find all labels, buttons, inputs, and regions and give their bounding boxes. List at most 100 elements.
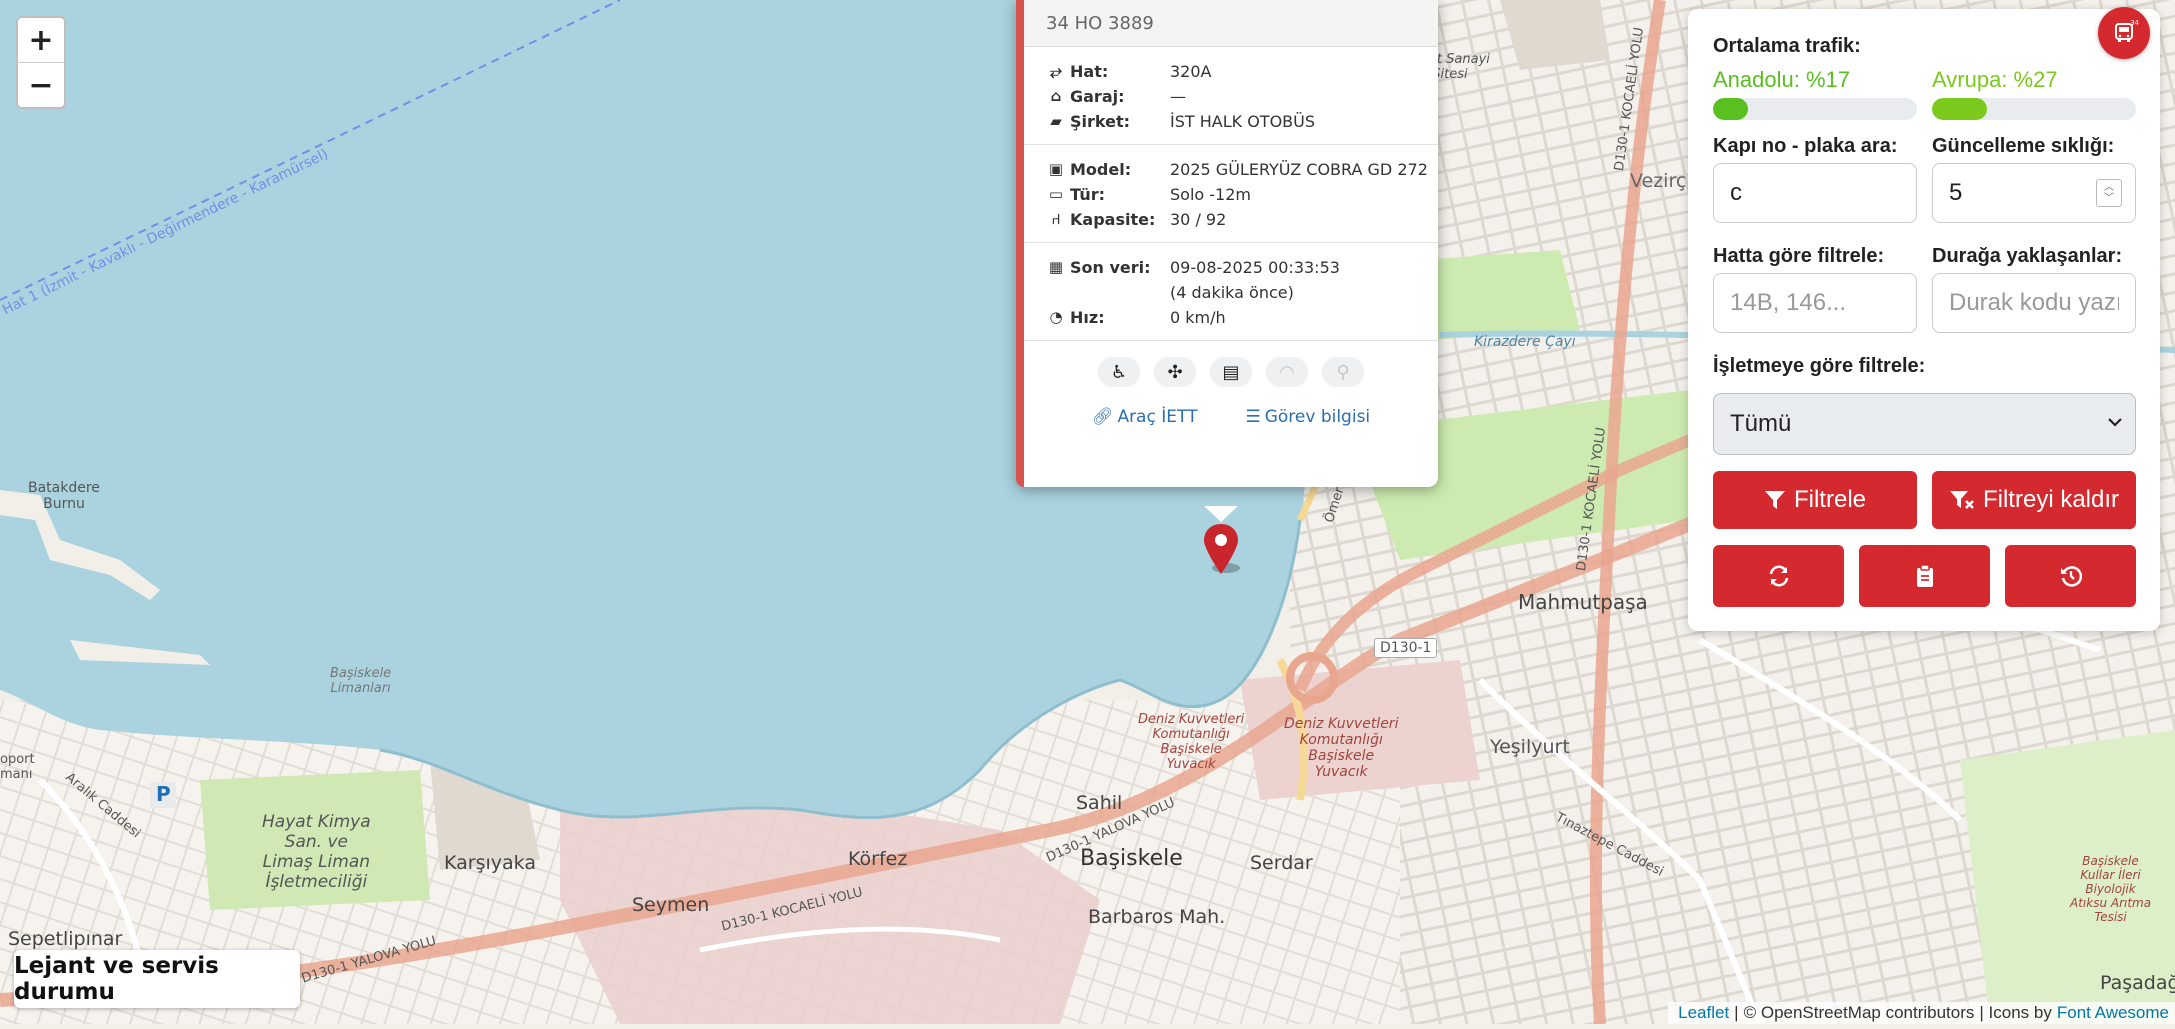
map-label-deniz-kuvvetleri-1: Deniz Kuvvetleri Komutanlığı Başiskele Y…: [1138, 712, 1245, 772]
vehicle-iett-link-label: Araç İETT: [1117, 407, 1198, 427]
popup-key-company: Şirket:: [1070, 112, 1131, 131]
map-label-kullar: Başiskele Kullar İleri Biyolojik Atıksu …: [2070, 854, 2152, 924]
attribution-sep: |: [1734, 1003, 1739, 1022]
fan-icon: ✣: [1154, 357, 1196, 387]
popup-value-company: İST HALK OTOBÜS: [1170, 112, 1316, 131]
popup-value-type: Solo -12m: [1170, 185, 1251, 204]
card-icon: ▤: [1210, 357, 1252, 387]
popup-row-last-data: ▦ Son veri: 09-08-2025 00:33:53 (4 dakika…: [1046, 255, 1438, 305]
popup-features: ♿ ✣ ▤ ◠ ⚲: [1024, 341, 1438, 397]
vehicle-popup: 34 HO 3889 ⥂ Hat: 320A ⌂ Garaj: — ▰ Şirket:…: [1016, 0, 1438, 487]
map-label-sepetlipinar: Sepetlipınar: [8, 928, 123, 950]
seat-icon: ⑁: [1051, 210, 1061, 228]
popup-links: 🔗︎ Araç İETT ☰ Görev bilgisi: [1024, 397, 1438, 427]
font-awesome-link[interactable]: Font Awesome: [2057, 1003, 2169, 1023]
popup-section-line: ⥂ Hat: 320A ⌂ Garaj: — ▰ Şirket: İST HALK O…: [1024, 47, 1438, 145]
avrupa-traffic-bar: [1932, 98, 2136, 120]
legend-button[interactable]: Lejant ve servis durumu: [14, 950, 300, 1008]
vehicle-marker[interactable]: [1196, 506, 1246, 576]
popup-row-speed: ◔ Hız: 0 km/h: [1046, 305, 1438, 330]
popup-row-capacity: ⑁ Kapasite: 30 / 92: [1046, 207, 1438, 232]
filter-panel: 34 Ortalama trafik: Anadolu: %17 Avrupa:…: [1688, 7, 2160, 631]
popup-row-model: ▣ Model: 2025 GÜLERYÜZ COBRA GD 272: [1046, 157, 1438, 182]
operator-select-value: Tümü: [1730, 410, 1792, 437]
filter-button[interactable]: Filtrele: [1713, 471, 1917, 529]
map-label-kirazdere: Kirazdere Çayı: [1474, 334, 1576, 350]
popup-value-last-data-ago: (4 dakika önce): [1170, 283, 1294, 302]
stop-filter-label: Durağa yaklaşanlar:: [1932, 245, 2123, 267]
task-info-link[interactable]: ☰ Görev bilgisi: [1245, 407, 1370, 427]
map-label-port: oport manı: [0, 752, 35, 782]
plate-search-label: Kapı no - plaka ara:: [1713, 135, 1898, 157]
popup-row-company: ▰ Şirket: İST HALK OTOBÜS: [1046, 109, 1438, 134]
line-filter-label: Hatta göre filtrele:: [1713, 245, 1885, 267]
map-label-yesilyurt: Yeşilyurt: [1490, 736, 1570, 758]
line-filter-input[interactable]: [1713, 273, 1917, 333]
chevron-up-icon: ︿: [2104, 182, 2114, 193]
chevron-down-icon: [2108, 418, 2122, 427]
plate-search-input[interactable]: [1713, 163, 1917, 223]
filter-button-label: Filtrele: [1793, 486, 1866, 513]
refresh-interval-field: ︿﹀: [1932, 163, 2136, 223]
operator-select[interactable]: Tümü: [1713, 393, 2136, 455]
zoom-out-button[interactable]: −: [18, 62, 64, 107]
bus-icon: ▣: [1048, 160, 1064, 178]
popup-value-last-data: 09-08-2025 00:33:53: [1170, 258, 1340, 277]
map-label-parking: P: [156, 782, 171, 806]
map-label-d130-1: D130-1: [1374, 638, 1438, 658]
map-label-batakdere: Batakdere Burnu: [28, 480, 100, 512]
popup-value-garage: —: [1170, 87, 1186, 106]
map-label-mahmutpasa: Mahmutpaşa: [1518, 590, 1648, 614]
popup-key-model: Model:: [1070, 160, 1132, 179]
map-label-korfez: Körfez: [848, 848, 908, 870]
icons-attribution: | Icons by: [1979, 1003, 2052, 1022]
popup-row-type: ▭ Tür: Solo -12m: [1046, 182, 1438, 207]
chevron-down-icon: ﹀: [2104, 193, 2114, 204]
map-label-basiskele-limani: Başiskele Limanları: [330, 666, 392, 696]
link-icon: 🔗︎: [1091, 407, 1114, 427]
popup-key-speed: Hız:: [1070, 308, 1105, 327]
route-icon: ⥂: [1049, 62, 1062, 80]
popup-key-garage: Garaj:: [1070, 87, 1125, 106]
popup-key-capacity: Kapasite:: [1070, 210, 1156, 229]
traffic-title: Ortalama trafik:: [1713, 35, 1861, 57]
history-icon: [2060, 566, 2082, 587]
task-info-link-label: Görev bilgisi: [1264, 407, 1371, 427]
anadolu-traffic-fill: [1713, 98, 1748, 120]
clear-filter-button-label: Filtreyi kaldır: [1982, 486, 2120, 513]
zoom-in-button[interactable]: +: [18, 18, 64, 62]
map-label-hayat-kimya: Hayat Kimya San. ve Limaş Liman İşletmec…: [262, 812, 371, 892]
refresh-label: Güncelleme sıklığı:: [1932, 135, 2115, 157]
map-label-pasadag: Paşadağ: [2100, 972, 2175, 994]
bus-side-icon: ▭: [1048, 185, 1064, 203]
leaflet-link[interactable]: Leaflet: [1678, 1003, 1729, 1023]
clear-filter-button[interactable]: Filtreyi kaldır: [1932, 471, 2136, 529]
popup-key-last-data: Son veri:: [1070, 258, 1151, 277]
wifi-icon: ◠: [1266, 357, 1308, 387]
map-label-seymen: Seymen: [632, 894, 710, 916]
garage-icon: ⌂: [1050, 87, 1062, 105]
map-attribution: Leaflet | © OpenStreetMap contributors |…: [1668, 1002, 2175, 1024]
popup-row-garage: ⌂ Garaj: —: [1046, 84, 1438, 109]
osm-attribution: © OpenStreetMap contributors: [1743, 1003, 1975, 1022]
list-icon: ☰: [1245, 407, 1261, 427]
popup-value-speed: 0 km/h: [1170, 308, 1226, 327]
speedometer-icon: ◔: [1049, 308, 1063, 326]
popup-value-model: 2025 GÜLERYÜZ COBRA GD 272: [1170, 160, 1428, 179]
vehicle-iett-link[interactable]: 🔗︎ Araç İETT: [1092, 407, 1198, 427]
map-label-sahil: Sahil: [1076, 792, 1123, 814]
stop-code-input[interactable]: [1932, 273, 2136, 333]
anadolu-traffic-bar: [1713, 98, 1917, 120]
refresh-button[interactable]: [1713, 545, 1844, 607]
calendar-clock-icon: ▦: [1048, 258, 1064, 276]
refresh-icon: [1769, 565, 1788, 587]
bus-count-button[interactable]: 34: [2098, 7, 2150, 59]
anadolu-traffic-label: Anadolu: %17: [1713, 67, 1850, 92]
clipboard-icon: [1916, 564, 1933, 587]
history-button[interactable]: [2005, 545, 2136, 607]
map-label-deniz-kuvvetleri-2: Deniz Kuvvetleri Komutanlığı Başiskele Y…: [1284, 716, 1399, 780]
refresh-stepper[interactable]: ︿ ﹀: [2096, 179, 2122, 207]
popup-key-type: Tür:: [1070, 185, 1106, 204]
popup-plate: 34 HO 3889: [1024, 0, 1438, 47]
report-button[interactable]: [1859, 545, 1990, 607]
